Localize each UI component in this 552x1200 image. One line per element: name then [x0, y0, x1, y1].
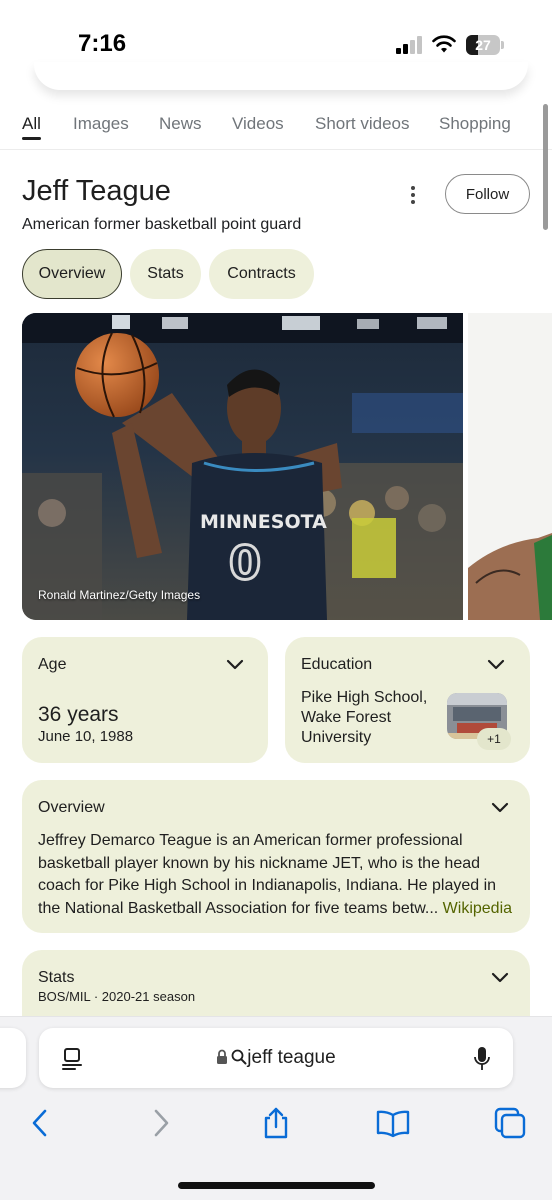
player-photo[interactable]: MINNESOTA 0 Ronald Martinez/Getty Images: [22, 313, 463, 620]
stats-subtitle: BOS/MIL · 2020-21 season: [38, 989, 196, 1004]
tab-shopping[interactable]: Shopping: [439, 114, 511, 134]
chevron-down-icon[interactable]: [226, 659, 244, 671]
signal-icon: [396, 36, 422, 54]
birth-date: June 10, 1988: [38, 728, 134, 745]
tab-all-underline: [22, 137, 41, 140]
tab-short-videos[interactable]: Short videos: [315, 114, 410, 134]
education-more-badge[interactable]: +1: [477, 728, 511, 750]
previous-tab-card[interactable]: [0, 1028, 26, 1088]
wikipedia-link[interactable]: Wikipedia: [443, 900, 512, 917]
chevron-down-icon[interactable]: [487, 659, 505, 671]
chip-overview[interactable]: Overview: [22, 249, 122, 299]
more-vert-icon[interactable]: [398, 180, 428, 210]
entity-title: Jeff Teague: [22, 175, 171, 207]
chip-contracts[interactable]: Contracts: [209, 249, 314, 299]
tabs-icon[interactable]: [493, 1106, 527, 1140]
address-text[interactable]: jeff teague: [39, 1028, 513, 1088]
chip-stats[interactable]: Stats: [130, 249, 201, 299]
education-card[interactable]: Education Pike High School, Wake Forest …: [285, 637, 530, 763]
search-tabs: All Images News Videos Short videos Shop…: [0, 100, 552, 150]
education-label: Education: [301, 656, 373, 673]
chevron-down-icon[interactable]: [491, 802, 509, 814]
photo-credit: Ronald Martinez/Getty Images: [38, 588, 201, 602]
age-label: Age: [38, 656, 67, 673]
battery-icon: 27: [466, 35, 504, 55]
age-value: 36 years: [38, 703, 119, 726]
player-photo-image: MINNESOTA 0: [22, 313, 463, 620]
age-card[interactable]: Age 36 years June 10, 1988: [22, 637, 268, 763]
next-photo-image: [468, 533, 552, 620]
search-icon: [231, 1049, 247, 1065]
back-icon[interactable]: [24, 1106, 58, 1140]
jersey-number: 0: [229, 536, 261, 590]
address-bar[interactable]: jeff teague: [39, 1028, 513, 1088]
follow-button[interactable]: Follow: [445, 174, 530, 214]
overview-description: Jeffrey Demarco Teague is an American fo…: [38, 832, 497, 917]
tab-videos[interactable]: Videos: [232, 114, 284, 134]
lock-icon: [217, 1049, 228, 1064]
entity-subtitle: American former basketball point guard: [22, 216, 302, 233]
tab-all[interactable]: All: [22, 114, 41, 134]
chevron-down-icon[interactable]: [491, 972, 509, 984]
tab-images[interactable]: Images: [73, 114, 129, 134]
overview-text: Jeffrey Demarco Teague is an American fo…: [38, 830, 516, 920]
scrollbar[interactable]: [543, 104, 548, 230]
share-icon[interactable]: [259, 1106, 293, 1140]
search-query: jeff teague: [247, 1047, 336, 1068]
battery-level: 27: [475, 37, 491, 53]
status-time: 7:16: [78, 30, 127, 57]
bookmarks-icon[interactable]: [376, 1106, 410, 1140]
jersey-text: MINNESOTA: [200, 511, 327, 533]
search-box-edge[interactable]: [34, 62, 528, 90]
microphone-icon[interactable]: [473, 1046, 491, 1072]
tab-news[interactable]: News: [159, 114, 202, 134]
forward-icon[interactable]: [143, 1106, 177, 1140]
next-photo-preview[interactable]: [468, 313, 552, 620]
overview-label: Overview: [38, 799, 105, 816]
stats-label: Stats: [38, 969, 75, 986]
home-indicator[interactable]: [178, 1182, 375, 1189]
wifi-icon: [432, 35, 456, 53]
education-value: Pike High School, Wake Forest University: [301, 689, 428, 746]
overview-card[interactable]: Overview Jeffrey Demarco Teague is an Am…: [22, 780, 530, 933]
